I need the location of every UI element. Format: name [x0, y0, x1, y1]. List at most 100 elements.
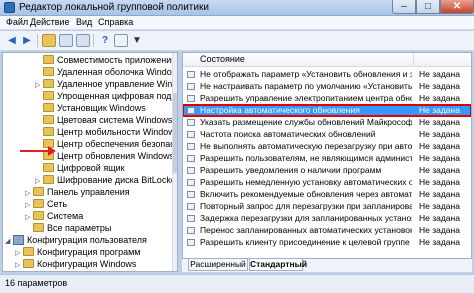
- tab-extended[interactable]: Расширенный: [188, 259, 248, 271]
- folder-icon: [43, 67, 54, 77]
- tree-item-label: Центр мобильности Windows: [57, 127, 178, 137]
- list-row[interactable]: Повторный запрос для перезагрузки при за…: [183, 201, 471, 212]
- tree-item-label: Конфигурация Windows: [37, 259, 137, 269]
- help-icon[interactable]: ?: [98, 34, 112, 47]
- list-row[interactable]: Разрешить немедленную установку автомати…: [183, 177, 471, 188]
- user-config-icon: [13, 234, 24, 245]
- setting-name: Указать размещение службы обновлений Май…: [200, 117, 412, 127]
- tree-item-label: Удаленная оболочка Windows: [57, 67, 178, 77]
- tree-item-label: Цветовая система Windows: [57, 115, 173, 125]
- list-row[interactable]: Разрешить клиенту присоединение к целево…: [183, 237, 471, 248]
- tree-item-label: Шифрование диска BitLocker: [57, 175, 178, 185]
- setting-name: Перенос запланированных автоматических у…: [200, 225, 412, 235]
- filter-icon[interactable]: ▼: [130, 34, 144, 47]
- folder-icon: [23, 247, 34, 257]
- list-row[interactable]: Разрешить управление электропитанием цен…: [183, 93, 471, 104]
- policy-setting-icon: [187, 131, 195, 138]
- list-header: Состояние: [183, 53, 471, 67]
- tree-item-label: Центр обеспечения безопасности: [57, 139, 177, 149]
- policy-setting-icon: [187, 215, 195, 222]
- setting-state: Не задана: [419, 225, 460, 235]
- tree-item[interactable]: ▷ Конфигурация Windows: [15, 258, 136, 271]
- tab-standard[interactable]: Стандартный: [249, 259, 307, 271]
- menu-file[interactable]: Файл: [6, 17, 28, 27]
- folder-icon: [33, 211, 44, 221]
- list-row[interactable]: Перенос запланированных автоматических у…: [183, 225, 471, 236]
- column-separator[interactable]: [413, 53, 414, 67]
- status-bar: 16 параметров: [0, 274, 474, 293]
- setting-name: Повторный запрос для перезагрузки при за…: [200, 201, 412, 211]
- tree-scroll-thumb[interactable]: [173, 93, 177, 173]
- tree-pane[interactable]: Совместимость приложений Удаленная оболоч…: [2, 52, 178, 272]
- window-title: Редактор локальной групповой политики: [19, 2, 209, 13]
- policy-setting-icon: [187, 119, 195, 126]
- list-row[interactable]: Разрешить уведомления о наличии программ…: [183, 165, 471, 176]
- close-button[interactable]: ✕: [440, 0, 474, 14]
- menu-view[interactable]: Вид: [76, 17, 92, 27]
- app-icon: [4, 2, 15, 13]
- setting-name: Не отображать параметр «Установить обнов…: [200, 69, 412, 79]
- show-tree-icon[interactable]: [59, 34, 73, 47]
- folder-icon: [43, 55, 54, 65]
- list-row[interactable]: Указать размещение службы обновлений Май…: [183, 117, 471, 128]
- folder-icon: [23, 259, 34, 269]
- forward-icon[interactable]: ▶: [20, 34, 34, 47]
- setting-name: Разрешить немедленную установку автомати…: [200, 177, 412, 187]
- list-row[interactable]: Частота поиска автоматических обновлений…: [183, 129, 471, 140]
- list-row[interactable]: Не настраивать параметр по умолчанию «Ус…: [183, 81, 471, 92]
- export-icon[interactable]: [76, 34, 90, 47]
- status-text: 16 параметров: [5, 278, 68, 288]
- policy-setting-icon: [187, 71, 195, 78]
- setting-state: Не задана: [419, 93, 460, 103]
- setting-state: Не задана: [419, 153, 460, 163]
- setting-state: Не задана: [419, 129, 460, 139]
- up-folder-icon[interactable]: [42, 34, 56, 47]
- annotation-arrow: [20, 150, 50, 152]
- list-row[interactable]: Не отображать параметр «Установить обнов…: [183, 69, 471, 80]
- minimize-button[interactable]: –: [392, 0, 416, 14]
- menu-action[interactable]: Действие: [30, 17, 70, 27]
- tree-item-label: Установщик Windows: [57, 103, 146, 113]
- setting-state: Не задана: [419, 105, 460, 115]
- policy-setting-icon: [187, 83, 195, 90]
- expand-arrow-icon[interactable]: ▷: [15, 260, 23, 271]
- toolbar: ◀ ▶ ? ▼: [0, 31, 474, 51]
- tree-item-label: Совместимость приложений: [57, 55, 177, 65]
- tree-item-label: Все параметры: [47, 223, 112, 233]
- setting-state: Не задана: [419, 117, 460, 127]
- expand-arrow-icon[interactable]: ◢: [5, 236, 13, 248]
- toolbar-separator: [93, 34, 94, 47]
- setting-state: Не задана: [419, 189, 460, 199]
- policy-setting-icon: [187, 203, 195, 210]
- properties-icon[interactable]: [114, 34, 128, 47]
- setting-state: Не задана: [419, 81, 460, 91]
- setting-name: Частота поиска автоматических обновлений: [200, 129, 376, 139]
- policy-setting-icon: [187, 227, 195, 234]
- setting-state: Не задана: [419, 201, 460, 211]
- list-row[interactable]: Включить рекомендуемые обновления через …: [183, 189, 471, 200]
- maximize-button[interactable]: □: [416, 0, 440, 14]
- menu-help[interactable]: Справка: [98, 17, 133, 27]
- menu-bar: Файл Действие Вид Справка: [0, 16, 474, 30]
- policy-setting-icon: [187, 143, 195, 150]
- tree-item-label: Конфигурация программ: [37, 247, 141, 257]
- setting-state: Не задана: [419, 213, 460, 223]
- list-row[interactable]: Разрешить пользователям, не являющимся а…: [183, 153, 471, 164]
- folder-icon: [43, 175, 54, 185]
- folder-icon: [43, 91, 54, 101]
- setting-state: Не задана: [419, 165, 460, 175]
- list-row[interactable]: Задержка перезагрузки для запланированны…: [183, 213, 471, 224]
- back-icon[interactable]: ◀: [5, 34, 19, 47]
- setting-name: Разрешить пользователям, не являющимся а…: [200, 153, 412, 163]
- policy-setting-icon: [187, 107, 195, 114]
- setting-name: Включить рекомендуемые обновления через …: [200, 189, 412, 199]
- folder-icon: [43, 103, 54, 113]
- setting-name: Задержка перезагрузки для запланированны…: [200, 213, 412, 223]
- column-header-name[interactable]: Состояние: [200, 54, 245, 64]
- setting-name: Настройка автоматического обновления: [200, 105, 360, 115]
- tree-item-label: Упрощенная цифровая подпись: [57, 91, 178, 101]
- list-row[interactable]: Не выполнять автоматическую перезагрузку…: [183, 141, 471, 152]
- settings-list: Состояние Не отображать параметр «Устано…: [182, 52, 472, 259]
- setting-name: Не выполнять автоматическую перезагрузку…: [200, 141, 412, 151]
- list-row-selected[interactable]: Настройка автоматического обновления Не з…: [183, 104, 471, 117]
